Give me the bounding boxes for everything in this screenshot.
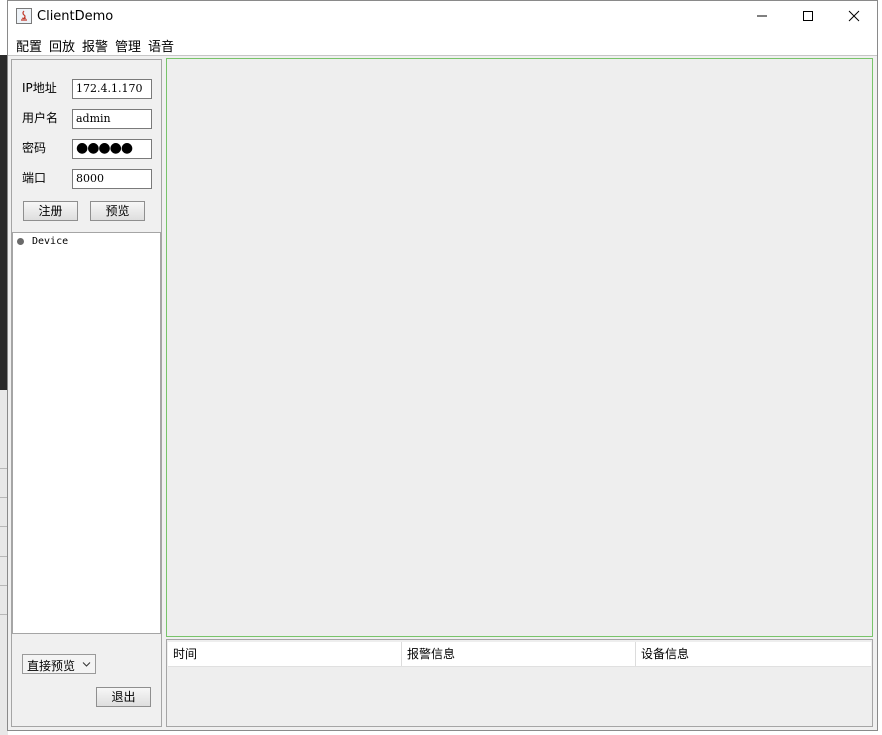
close-icon bbox=[848, 10, 860, 22]
tree-node-icon bbox=[17, 238, 24, 245]
menu-alarm[interactable]: 报警 bbox=[81, 36, 109, 55]
menu-config[interactable]: 配置 bbox=[15, 36, 43, 55]
client-demo-window: ClientDemo 配置 回放 报警 管理 语音 IP地址 172.4.1.1… bbox=[7, 0, 878, 731]
register-button[interactable]: 注册 bbox=[23, 201, 78, 221]
port-label: 端口 bbox=[22, 171, 47, 185]
menu-playback[interactable]: 回放 bbox=[48, 36, 76, 55]
tree-node-device[interactable]: Device bbox=[17, 236, 68, 247]
minimize-icon bbox=[757, 15, 767, 17]
alarm-table-header: 时间 报警信息 设备信息 bbox=[168, 642, 871, 667]
password-label: 密码 bbox=[22, 141, 47, 155]
maximize-button[interactable] bbox=[785, 1, 831, 31]
preview-mode-select[interactable]: 直接预览 bbox=[22, 654, 96, 674]
login-panel: IP地址 172.4.1.170 用户名 admin 密码 ●●●●● 端口 8… bbox=[11, 59, 162, 727]
window-title: ClientDemo bbox=[37, 9, 114, 24]
preview-button[interactable]: 预览 bbox=[90, 201, 145, 221]
menu-voice[interactable]: 语音 bbox=[147, 36, 175, 55]
alarm-table: 时间 报警信息 设备信息 bbox=[166, 639, 873, 727]
title-bar[interactable]: ClientDemo bbox=[8, 1, 877, 33]
menu-bar: 配置 回放 报警 管理 语音 bbox=[8, 33, 877, 56]
java-app-icon bbox=[16, 8, 32, 24]
column-header-device-info[interactable]: 设备信息 bbox=[636, 642, 870, 666]
ip-label: IP地址 bbox=[22, 81, 57, 95]
port-input[interactable]: 8000 bbox=[72, 169, 152, 189]
maximize-icon bbox=[803, 11, 813, 21]
ip-address-input[interactable]: 172.4.1.170 bbox=[72, 79, 152, 99]
device-tree: Device bbox=[12, 232, 161, 634]
column-header-alarm-info[interactable]: 报警信息 bbox=[402, 642, 636, 666]
video-preview-area[interactable] bbox=[166, 58, 873, 637]
password-input[interactable]: ●●●●● bbox=[72, 139, 152, 159]
exit-button[interactable]: 退出 bbox=[96, 687, 151, 707]
tree-node-label: Device bbox=[32, 236, 69, 247]
preview-mode-value: 直接预览 bbox=[27, 659, 76, 673]
chevron-down-icon bbox=[82, 662, 91, 667]
column-header-time[interactable]: 时间 bbox=[168, 642, 402, 666]
username-label: 用户名 bbox=[22, 111, 59, 125]
menu-manage[interactable]: 管理 bbox=[114, 36, 142, 55]
username-input[interactable]: admin bbox=[72, 109, 152, 129]
minimize-button[interactable] bbox=[739, 1, 785, 31]
close-button[interactable] bbox=[831, 1, 877, 31]
